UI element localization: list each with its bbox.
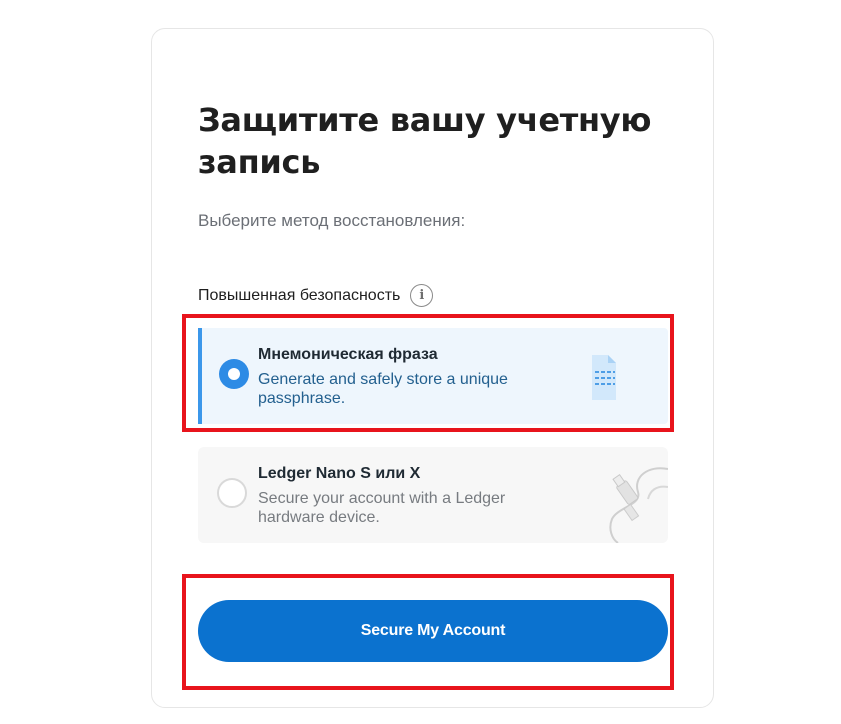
section-label: Повышенная безопасность i: [198, 284, 434, 307]
option-mnemonic-phrase[interactable]: Мнемоническая фраза Generate and safely …: [198, 328, 668, 424]
page-title: Защитите вашу учетную запись: [198, 101, 652, 181]
secure-my-account-button[interactable]: Secure My Account: [198, 600, 668, 662]
section-label-text: Повышенная безопасность: [198, 286, 401, 304]
option-description: Secure your account with a Ledger hardwa…: [258, 490, 506, 526]
option-ledger[interactable]: Ledger Nano S или X Secure your account …: [198, 447, 668, 543]
info-icon[interactable]: i: [410, 284, 434, 307]
radio-unselected[interactable]: [217, 478, 247, 508]
document-icon: [578, 328, 668, 424]
option-title: Мнемоническая фраза: [258, 346, 438, 363]
usb-device-icon: [578, 447, 668, 543]
option-description: Generate and safely store a unique passp…: [258, 371, 508, 407]
page-subtitle: Выберите метод восстановления:: [198, 211, 466, 230]
radio-selected[interactable]: [219, 359, 249, 389]
option-title: Ledger Nano S или X: [258, 465, 421, 482]
secure-account-card: Защитите вашу учетную запись Выберите ме…: [151, 28, 714, 708]
